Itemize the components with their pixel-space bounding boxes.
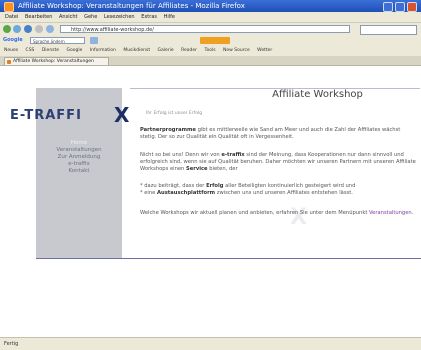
- firefox-icon: [4, 2, 14, 12]
- keyword-austauschplattform: Austauschplattform: [157, 189, 216, 196]
- menu-help[interactable]: Hilfe: [164, 14, 175, 20]
- forward-icon[interactable]: [13, 25, 21, 33]
- bookmark-item[interactable]: Google: [67, 48, 83, 53]
- workshops-paragraph: Welche Workshops wir aktuell planen und …: [140, 210, 414, 216]
- favicon-icon: [7, 60, 11, 64]
- menu-tools[interactable]: Extras: [141, 14, 157, 20]
- bookmark-item[interactable]: Musikdienst: [123, 48, 150, 53]
- google-search-input[interactable]: Sprache ändern: [30, 37, 85, 44]
- quality-paragraph: Nicht so bei uns! Denn wir von e-traffix…: [140, 152, 416, 172]
- slogan: Ihr Erfolg ist unser Erfolg: [146, 111, 203, 116]
- bookmark-item[interactable]: Dienste: [42, 48, 59, 53]
- status-bar: Fertig: [0, 337, 421, 350]
- reload-icon[interactable]: [24, 25, 32, 33]
- bookmark-item[interactable]: Information: [90, 48, 116, 53]
- sidebar-item-kontakt[interactable]: Kontakt: [36, 168, 122, 175]
- google-label: Google: [3, 37, 23, 43]
- bookmark-item[interactable]: New Source: [223, 48, 250, 53]
- sidebar-item-anmeldung[interactable]: Zur Anmeldung: [36, 154, 122, 161]
- sidebar-item-etraffix[interactable]: e-traffix: [36, 161, 122, 168]
- benefits-paragraph: * dazu beiträgt, dass der Erfolg aller B…: [140, 183, 356, 196]
- content-divider: [36, 258, 421, 259]
- url-bar[interactable]: http://www.affiliate-workshop.de/: [60, 25, 350, 33]
- logo-x-mark: X: [114, 103, 130, 127]
- window-titlebar: Affiliate Workshop: Veranstaltungen für …: [0, 0, 421, 12]
- veranstaltungen-link[interactable]: Veranstaltungen: [369, 210, 412, 216]
- bookmark-item[interactable]: Neues: [4, 48, 18, 53]
- search-box[interactable]: [360, 25, 417, 35]
- keyword-partnerprogramme: Partnerprogramme: [140, 127, 196, 133]
- intro-paragraph: Partnerprogramme gibt es mittlerweile wi…: [140, 127, 401, 140]
- google-search-button[interactable]: [90, 37, 98, 44]
- maximize-button[interactable]: [395, 2, 405, 12]
- google-toolbar: Google Sprache ändern: [0, 35, 421, 46]
- status-text: Fertig: [4, 341, 19, 347]
- menu-go[interactable]: Gehe: [84, 14, 97, 20]
- tab-label: Affiliate Workshop: Veranstaltungen: [13, 59, 94, 64]
- page-title: Affiliate Workshop: [272, 89, 363, 100]
- bookmark-item[interactable]: Tools: [204, 48, 215, 53]
- close-button[interactable]: [407, 2, 417, 12]
- navigation-toolbar: http://www.affiliate-workshop.de/: [0, 23, 421, 35]
- bookmark-item[interactable]: Wetter: [257, 48, 272, 53]
- back-icon[interactable]: [3, 25, 11, 33]
- keyword-service: Service: [186, 165, 208, 172]
- minimize-button[interactable]: [383, 2, 393, 12]
- menubar: Datei Bearbeiten Ansicht Gehe Lesezeiche…: [0, 12, 421, 23]
- bookmark-item[interactable]: CSS: [26, 48, 35, 53]
- sidebar-item-home[interactable]: Home: [36, 140, 122, 147]
- sidebar-nav: Home Veranstaltungen Zur Anmeldung e-tra…: [36, 140, 122, 175]
- logo-text: E-TRAFFI: [10, 108, 82, 123]
- pagerank-icon: [200, 37, 230, 44]
- site-logo[interactable]: E-TRAFFI X: [10, 103, 136, 127]
- menu-view[interactable]: Ansicht: [59, 14, 77, 20]
- tab-affiliate-workshop[interactable]: Affiliate Workshop: Veranstaltungen: [4, 57, 109, 65]
- keyword-erfolg: Erfolg: [206, 183, 224, 189]
- bookmarks-toolbar: Neues CSS Dienste Google Information Mus…: [0, 46, 421, 56]
- home-icon[interactable]: [46, 25, 54, 33]
- brand-name: e-traffix: [221, 152, 245, 158]
- bookmark-item[interactable]: Reader: [181, 48, 197, 53]
- stop-icon[interactable]: [35, 25, 43, 33]
- window-title: Affiliate Workshop: Veranstaltungen für …: [18, 2, 245, 10]
- tab-strip: Affiliate Workshop: Veranstaltungen: [0, 56, 421, 66]
- menu-edit[interactable]: Bearbeiten: [25, 14, 52, 20]
- menu-bookmarks[interactable]: Lesezeichen: [104, 14, 135, 20]
- sidebar-item-veranstaltungen[interactable]: Veranstaltungen: [36, 147, 122, 154]
- menu-file[interactable]: Datei: [5, 14, 18, 20]
- bookmark-item[interactable]: Galerie: [158, 48, 174, 53]
